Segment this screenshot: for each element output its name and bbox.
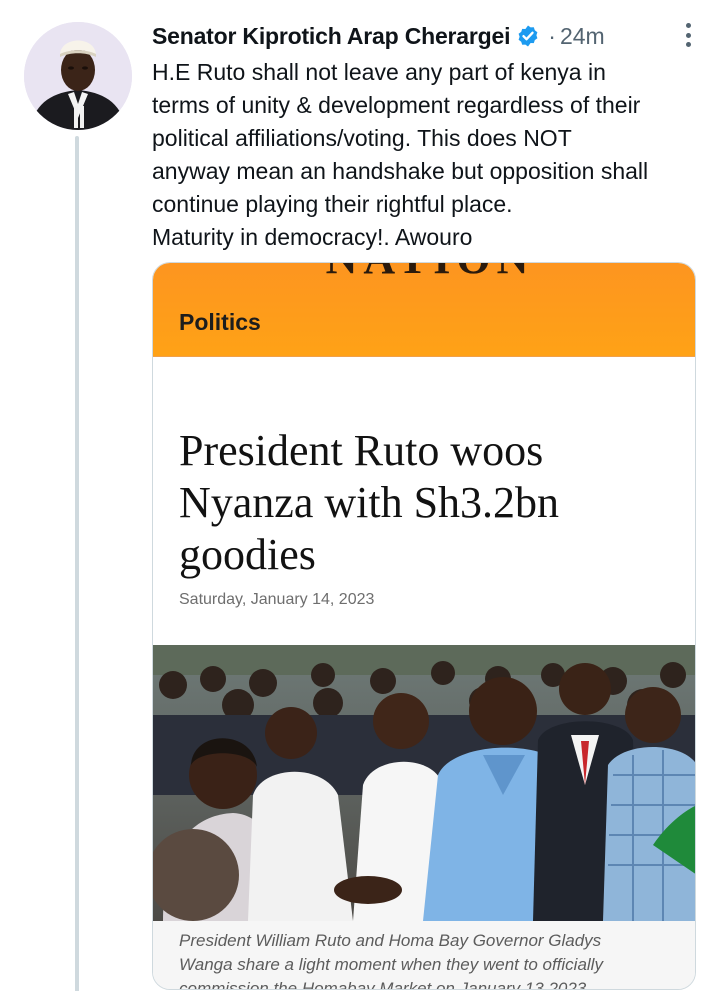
attached-article-image[interactable]: NATION Politics President Ruto woos Nyan…: [152, 262, 696, 990]
header-separator: ·: [548, 22, 556, 49]
tweet-timestamp[interactable]: 24m: [560, 23, 605, 50]
tweet-text-line: continue playing their rightful place.: [152, 191, 513, 217]
verified-badge-icon: [516, 24, 540, 48]
article-date: Saturday, January 14, 2023: [179, 591, 375, 608]
headline-line: President Ruto woos: [179, 426, 544, 475]
tweet-text-line: political affiliations/voting. This does…: [152, 125, 572, 151]
headline-line: Nyanza with Sh3.2bn: [179, 478, 560, 527]
profile-photo: [24, 22, 132, 130]
article-section-label: Politics: [179, 309, 261, 335]
more-vertical-icon[interactable]: [676, 20, 700, 50]
thread-line: [75, 136, 79, 991]
tweet-text-line: terms of unity & development regardless …: [152, 92, 641, 118]
tweet-text-line: Maturity in democracy!. Awouro: [152, 224, 473, 250]
caption-line: Wanga share a light moment when they wen…: [179, 955, 603, 974]
newspaper-masthead: NATION: [153, 263, 695, 281]
author-name[interactable]: Senator Kiprotich Arap Cherargei: [152, 23, 510, 50]
article-section-banner: NATION Politics: [153, 263, 695, 357]
headline-line: goodies: [179, 530, 316, 579]
article-headline: President Ruto woos Nyanza with Sh3.2bn …: [179, 425, 679, 581]
article-photo: [153, 645, 695, 921]
caption-line: commission the Homabay Market on January…: [179, 979, 587, 990]
caption-line: President William Ruto and Homa Bay Gove…: [179, 931, 602, 950]
tweet-text: H.E Ruto shall not leave any part of ken…: [152, 56, 700, 254]
tweet-header: Senator Kiprotich Arap Cherargei · 24m: [152, 16, 696, 56]
photo-caption-area: President William Ruto and Homa Bay Gove…: [153, 921, 695, 990]
tweet-text-line: anyway mean an handshake but opposition …: [152, 158, 649, 184]
author-avatar[interactable]: [24, 22, 132, 130]
photo-caption: President William Ruto and Homa Bay Gove…: [179, 929, 679, 990]
tweet-text-line: H.E Ruto shall not leave any part of ken…: [152, 59, 606, 85]
